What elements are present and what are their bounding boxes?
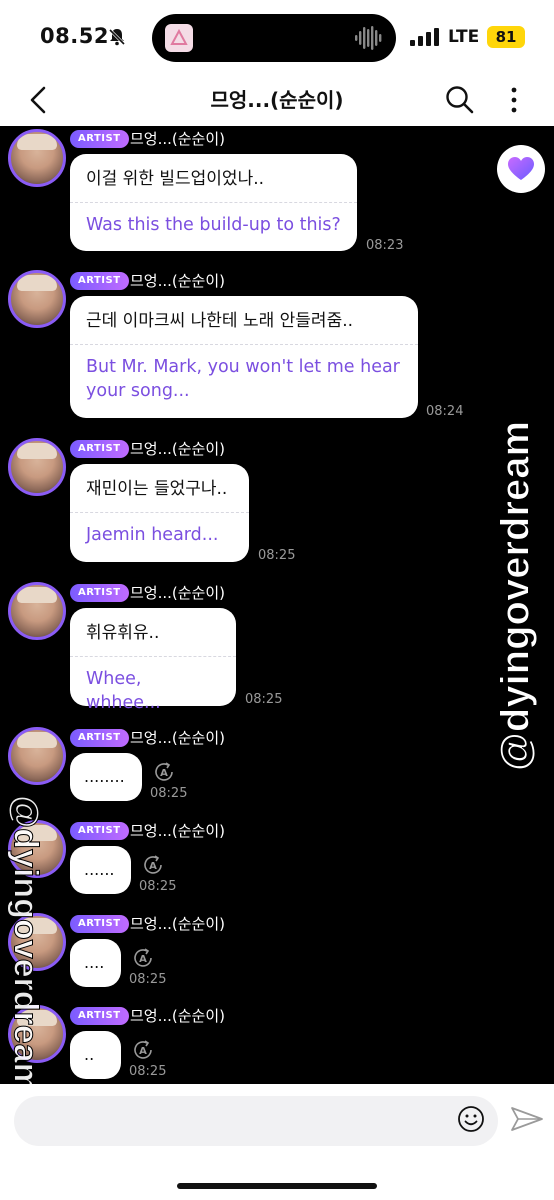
message-input-bar bbox=[0, 1084, 554, 1200]
message-text: ........ bbox=[84, 767, 125, 786]
message-bubble[interactable]: 재민이는 들었구나.. Jaemin heard... bbox=[70, 464, 249, 562]
artist-badge: ARTIST bbox=[70, 915, 129, 933]
avatar[interactable] bbox=[8, 270, 66, 328]
app-icon bbox=[165, 24, 193, 52]
avatar[interactable] bbox=[8, 438, 66, 496]
sender-name: 므엉...(순순이) bbox=[130, 729, 226, 747]
message-time: 08:25 bbox=[258, 548, 296, 563]
network-label: LTE bbox=[448, 27, 480, 47]
message-translation: Jaemin heard... bbox=[86, 525, 219, 545]
message-bubble[interactable]: ........ bbox=[70, 753, 142, 801]
translate-icon[interactable]: A bbox=[131, 1038, 155, 1062]
avatar[interactable] bbox=[8, 727, 66, 785]
artist-badge: ARTIST bbox=[70, 1007, 129, 1025]
message-item: ARTIST 므엉...(순순이) .... A 08:25 bbox=[0, 913, 554, 993]
message-item: ARTIST 므엉...(순순이) 휘유휘유.. Whee, whhee... … bbox=[0, 582, 554, 713]
message-item: ARTIST 므엉...(순순이) 근데 이마크씨 나한테 노래 안들려줌.. … bbox=[0, 270, 554, 420]
message-translation: Was this the build-up to this? bbox=[86, 215, 341, 235]
send-button[interactable] bbox=[510, 1104, 544, 1134]
sender-name: 므엉...(순순이) bbox=[130, 440, 226, 458]
battery-indicator: 81 bbox=[487, 26, 525, 48]
translate-icon[interactable]: A bbox=[131, 946, 155, 970]
sender-name: 므엉...(순순이) bbox=[130, 1007, 226, 1025]
message-item: ARTIST 므엉...(순순이) .. A 08:25 bbox=[0, 1005, 554, 1084]
sender-name: 므엉...(순순이) bbox=[130, 915, 226, 933]
svg-text:A: A bbox=[139, 1046, 147, 1057]
translate-icon[interactable]: A bbox=[141, 853, 165, 877]
message-text: 휘유휘유.. bbox=[86, 623, 160, 643]
message-time: 08:25 bbox=[129, 1064, 167, 1079]
artist-badge: ARTIST bbox=[70, 272, 129, 290]
watermark-text: @dyingoverdream bbox=[493, 420, 538, 772]
message-time: 08:24 bbox=[426, 404, 464, 419]
avatar[interactable] bbox=[8, 582, 66, 640]
sender-name: 므엉...(순순이) bbox=[130, 584, 226, 602]
message-time: 08:25 bbox=[245, 692, 283, 707]
message-time: 08:25 bbox=[139, 879, 177, 894]
message-time: 08:25 bbox=[129, 972, 167, 987]
heart-button[interactable] bbox=[497, 145, 545, 193]
watermark-right: @dyingoverdream bbox=[491, 420, 541, 771]
message-bubble[interactable]: .. bbox=[70, 1031, 121, 1079]
message-bubble[interactable]: 이걸 위한 빌드업이었나.. Was this the build-up to … bbox=[70, 154, 357, 251]
message-bubble[interactable]: ...... bbox=[70, 846, 131, 894]
artist-badge: ARTIST bbox=[70, 130, 129, 148]
sender-name: 므엉...(순순이) bbox=[130, 822, 226, 840]
artist-badge: ARTIST bbox=[70, 584, 129, 602]
message-bubble[interactable]: .... bbox=[70, 939, 121, 987]
search-button[interactable] bbox=[444, 84, 476, 116]
more-options-button[interactable] bbox=[500, 84, 528, 116]
sender-name: 므엉...(순순이) bbox=[130, 130, 226, 148]
message-time: 08:25 bbox=[150, 786, 188, 801]
translate-icon[interactable]: A bbox=[152, 760, 176, 784]
message-text: 근데 이마크씨 나한테 노래 안들려줌.. bbox=[86, 311, 354, 331]
status-bar: 08.52 LTE 81 bbox=[0, 0, 554, 76]
home-indicator bbox=[177, 1183, 377, 1189]
svg-text:A: A bbox=[149, 861, 157, 872]
message-bubble[interactable]: 휘유휘유.. Whee, whhee... bbox=[70, 608, 236, 713]
message-translation: Whee, whhee... bbox=[86, 669, 161, 713]
message-item: ARTIST 므엉...(순순이) 이걸 위한 빌드업이었나.. Was thi… bbox=[0, 128, 554, 254]
avatar[interactable] bbox=[8, 129, 66, 187]
heart-icon bbox=[508, 157, 534, 180]
message-item: ARTIST 므엉...(순순이) 재민이는 들었구나.. Jaemin hea… bbox=[0, 438, 554, 564]
sender-name: 므엉...(순순이) bbox=[130, 272, 226, 290]
artist-badge: ARTIST bbox=[70, 822, 129, 840]
audio-wave-icon bbox=[355, 26, 382, 50]
signal-icon bbox=[410, 28, 439, 46]
message-text: ...... bbox=[84, 860, 115, 879]
message-input[interactable] bbox=[14, 1096, 498, 1146]
svg-text:A: A bbox=[160, 768, 168, 779]
message-translation: But Mr. Mark, you won't let me hear your… bbox=[86, 357, 400, 401]
message-bubble[interactable]: 근데 이마크씨 나한테 노래 안들려줌.. But Mr. Mark, you … bbox=[70, 296, 418, 418]
message-text: .... bbox=[84, 953, 105, 972]
chat-header: 므엉...(순순이) bbox=[0, 76, 554, 126]
bell-slash-icon bbox=[108, 28, 126, 46]
artist-badge: ARTIST bbox=[70, 729, 129, 747]
message-item: ARTIST 므엉...(순순이) ........ A 08:25 bbox=[0, 727, 554, 807]
artist-badge: ARTIST bbox=[70, 440, 129, 458]
chat-area[interactable]: ARTIST 므엉...(순순이) 이걸 위한 빌드업이었나.. Was thi… bbox=[0, 126, 554, 1084]
status-time: 08.52 bbox=[40, 24, 109, 48]
watermark-text: @dyingoverdream bbox=[6, 795, 45, 1084]
dynamic-island bbox=[152, 14, 396, 62]
message-text: 이걸 위한 빌드업이었나.. bbox=[86, 169, 265, 189]
message-text: 재민이는 들었구나.. bbox=[86, 479, 228, 499]
message-item: ARTIST 므엉...(순순이) ...... A 08:25 bbox=[0, 820, 554, 900]
message-time: 08:23 bbox=[366, 238, 404, 253]
svg-text:A: A bbox=[139, 954, 147, 965]
emoji-button[interactable] bbox=[456, 1104, 486, 1134]
message-text: .. bbox=[84, 1045, 95, 1064]
watermark-left: @dyingoverdream bbox=[5, 795, 45, 1084]
